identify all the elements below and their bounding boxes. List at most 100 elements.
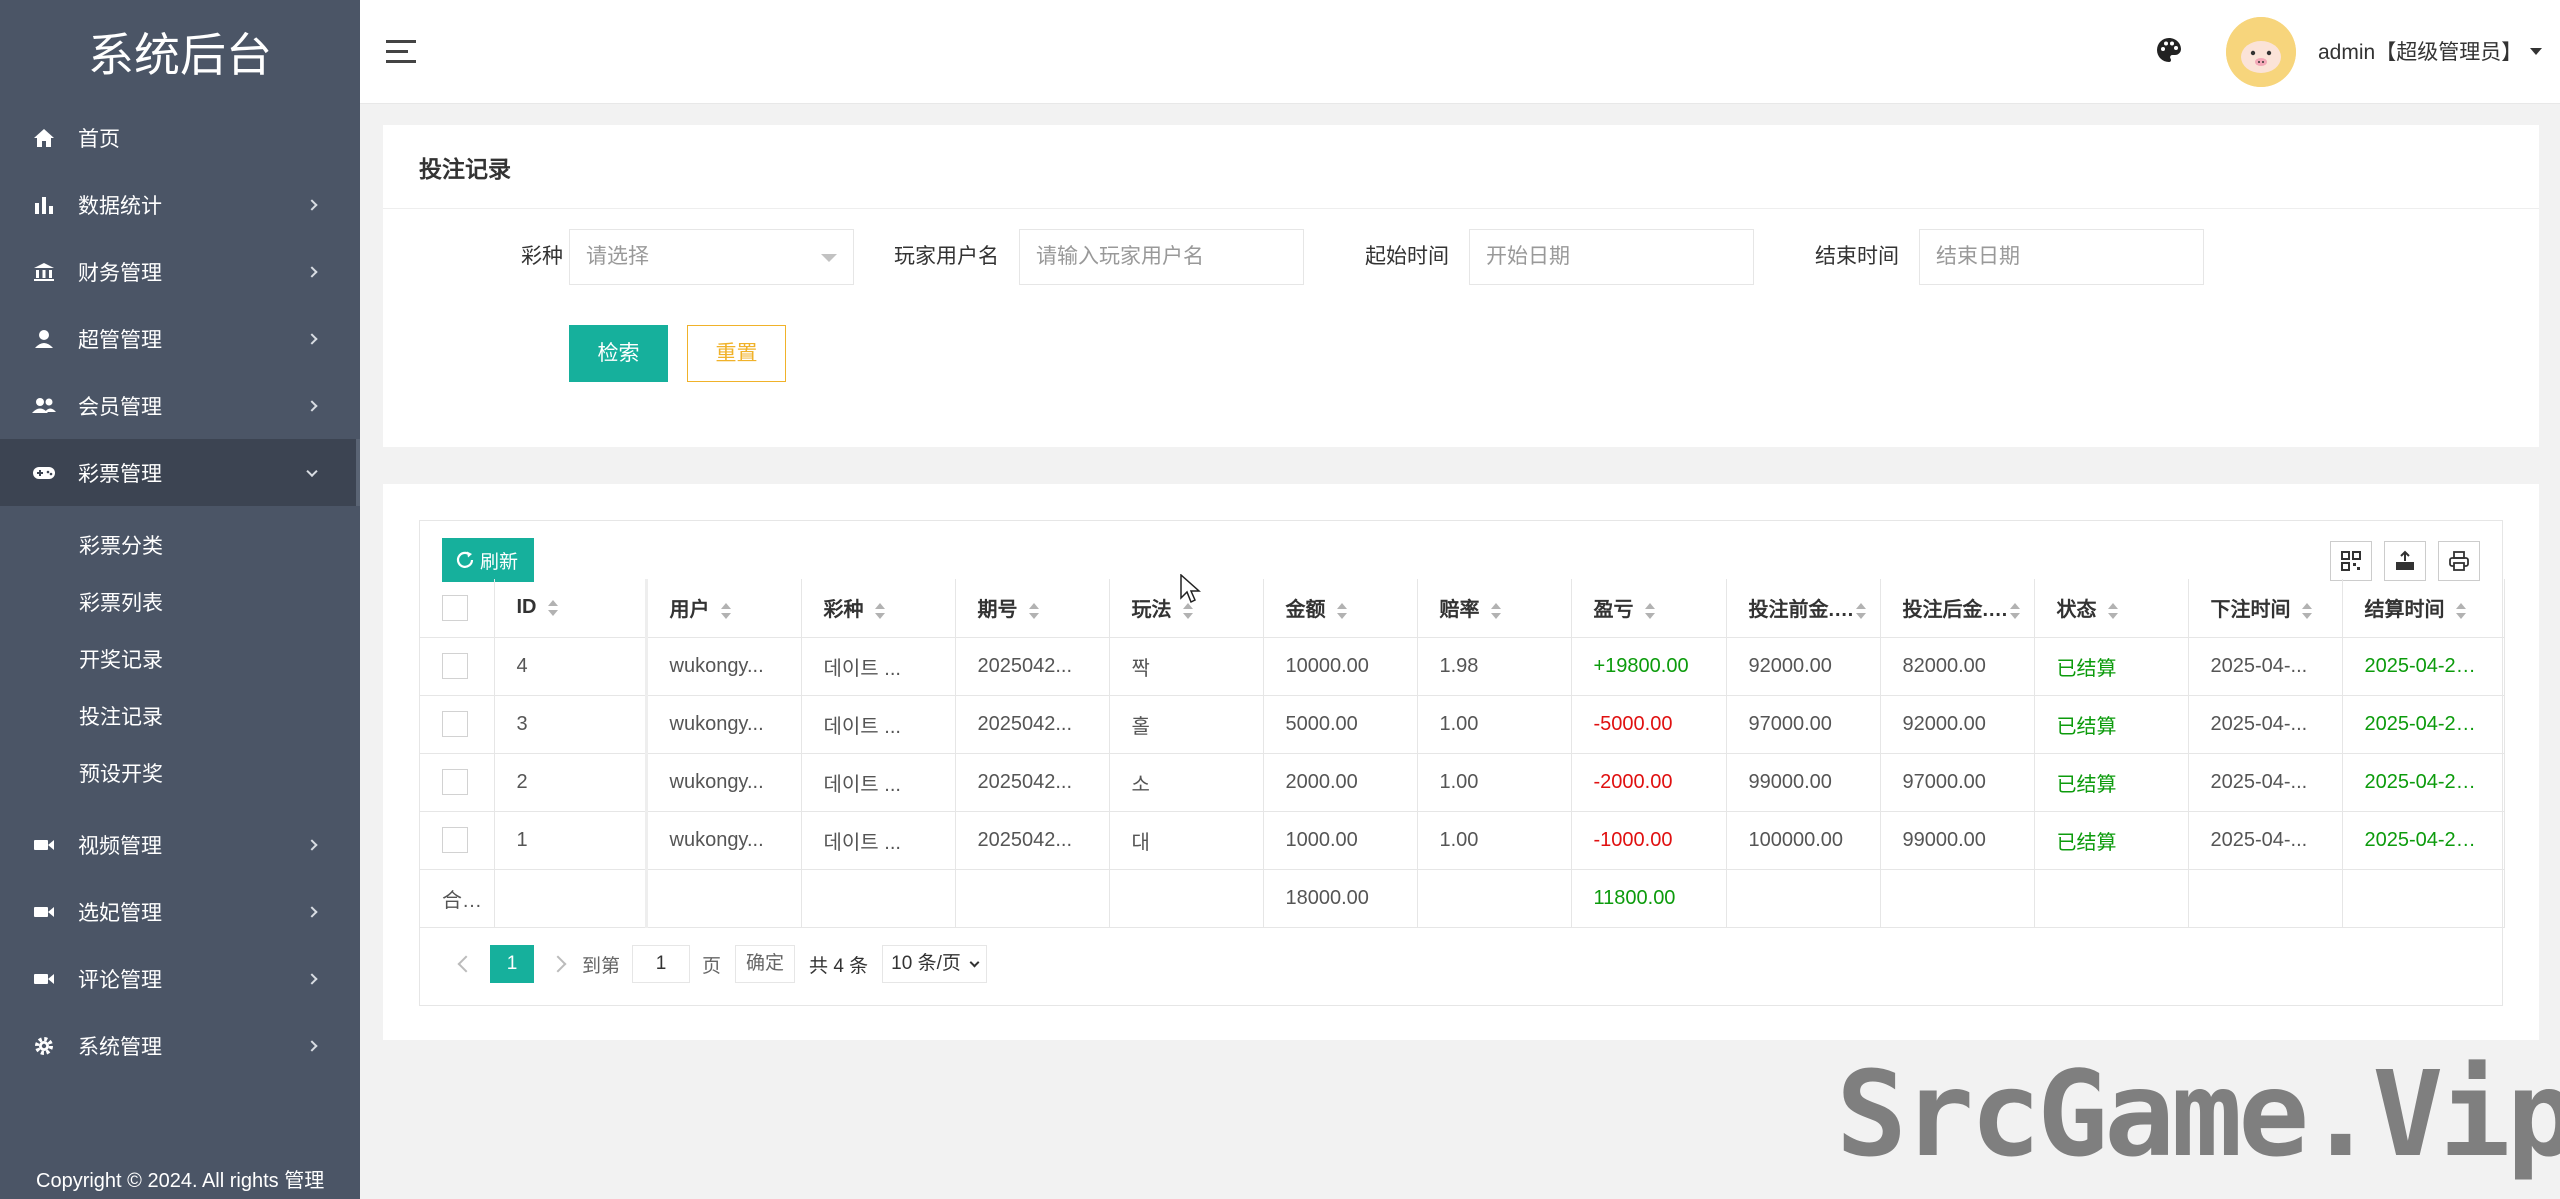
cell-issue: 2025042... <box>955 753 1110 812</box>
sort-icon[interactable] <box>874 602 886 619</box>
reset-button[interactable]: 重置 <box>687 325 786 382</box>
export-icon[interactable] <box>2384 541 2426 581</box>
col-user[interactable]: 用户 <box>646 579 802 638</box>
sort-icon[interactable] <box>1336 602 1348 619</box>
col-amount[interactable]: 金额 <box>1263 579 1418 638</box>
select-all-checkbox[interactable] <box>442 594 468 621</box>
cell-amount: 10000.00 <box>1263 637 1418 696</box>
goto-page-input[interactable]: 1 <box>632 945 691 983</box>
columns-filter-icon[interactable] <box>2330 541 2372 581</box>
username-input[interactable]: 请输入玩家用户名 <box>1019 229 1304 285</box>
search-button[interactable]: 检索 <box>569 325 668 382</box>
menu-toggle-icon[interactable] <box>386 40 416 64</box>
sort-icon[interactable] <box>547 599 559 616</box>
sidebar-item-admins[interactable]: 超管管理 <box>0 305 360 372</box>
search-panel: 投注记录 彩种 请选择 玩家用户名 请输入玩家用户名 起始时间 开始日期 结束时… <box>383 125 2539 447</box>
current-page[interactable]: 1 <box>490 945 534 983</box>
table-row[interactable]: 1 wukongy... 데이트 ... 2025042... 대 1000.00 1.00… <box>420 811 2505 870</box>
prev-page-icon[interactable] <box>457 955 475 973</box>
end-date-input[interactable]: 结束日期 <box>1919 229 2204 285</box>
row-checkbox[interactable] <box>442 827 468 853</box>
col-status[interactable]: 状态 <box>2034 579 2189 638</box>
submenu-draw-records[interactable]: 开奖记录 <box>0 630 360 687</box>
palette-icon[interactable] <box>2155 36 2185 66</box>
sort-icon[interactable] <box>2455 602 2467 619</box>
cell-profit: +19800.00 <box>1571 637 1727 696</box>
submenu-preset-draw[interactable]: 预设开奖 <box>0 744 360 801</box>
refresh-label: 刷新 <box>480 551 519 573</box>
sort-icon[interactable] <box>2301 602 2313 619</box>
chevron-right-icon <box>306 905 318 918</box>
sidebar-item-comments[interactable]: 评论管理 <box>0 945 360 1012</box>
lottery-submenu: 彩票分类 彩票列表 开奖记录 投注记录 预设开奖 <box>0 506 360 811</box>
submenu-bet-records[interactable]: 投注记录 <box>0 687 360 744</box>
print-icon[interactable] <box>2438 541 2480 581</box>
row-checkbox[interactable] <box>442 711 468 737</box>
col-odds[interactable]: 赔率 <box>1417 579 1572 638</box>
sidebar-item-finance[interactable]: 财务管理 <box>0 238 360 305</box>
cell-profit: -1000.00 <box>1571 811 1727 870</box>
lottery-select[interactable]: 请选择 <box>569 229 854 285</box>
col-before[interactable]: 投注前金... <box>1726 579 1881 638</box>
chevron-right-icon <box>306 972 318 985</box>
page-size-select[interactable]: 10 条/页 <box>882 945 987 983</box>
sidebar-item-concubine[interactable]: 选妃管理 <box>0 878 360 945</box>
cell-status: 已结算 <box>2034 637 2189 696</box>
refresh-button[interactable]: 刷新 <box>442 538 535 582</box>
sidebar-item-system[interactable]: 系统管理 <box>0 1012 360 1079</box>
video-icon <box>32 833 56 857</box>
col-lottery-label: 彩种 <box>823 599 864 622</box>
sidebar-item-label: 超管管理 <box>78 328 162 352</box>
sort-icon[interactable] <box>1182 602 1194 619</box>
cell-play: 대 <box>1109 811 1264 870</box>
sidebar-item-video[interactable]: 视频管理 <box>0 811 360 878</box>
sidebar-item-home[interactable]: 首页 <box>0 104 360 171</box>
next-page-icon[interactable] <box>549 955 567 973</box>
col-after[interactable]: 投注后金... <box>1880 579 2035 638</box>
start-date-input[interactable]: 开始日期 <box>1469 229 1754 285</box>
table-row[interactable]: 4 wukongy... 데이트 ... 2025042... 짝 10000.00 1.9… <box>420 637 2505 696</box>
user-menu[interactable]: admin【超级管理员】 <box>2318 36 2543 66</box>
col-issue[interactable]: 期号 <box>955 579 1110 638</box>
sort-icon[interactable] <box>1644 602 1656 619</box>
sort-icon[interactable] <box>1490 602 1502 619</box>
sort-icon[interactable] <box>2009 602 2021 619</box>
col-lottery[interactable]: 彩种 <box>801 579 956 638</box>
col-id[interactable]: ID <box>494 579 648 638</box>
col-issue-label: 期号 <box>977 599 1018 622</box>
page-title: 投注记录 <box>383 125 2539 209</box>
col-odds-label: 赔率 <box>1439 599 1480 622</box>
row-checkbox[interactable] <box>442 769 468 795</box>
col-profit[interactable]: 盈亏 <box>1571 579 1727 638</box>
col-settle-time[interactable]: 结算时间 <box>2342 579 2505 638</box>
sidebar-item-members[interactable]: 会员管理 <box>0 372 360 439</box>
sidebar-item-label: 首页 <box>78 127 120 151</box>
sort-icon[interactable] <box>2107 602 2119 619</box>
sort-icon[interactable] <box>1028 602 1040 619</box>
sort-icon[interactable] <box>1855 602 1867 619</box>
submenu-lottery-list[interactable]: 彩票列表 <box>0 573 360 630</box>
col-bet-time[interactable]: 下注时间 <box>2188 579 2343 638</box>
col-amount-label: 金额 <box>1285 599 1326 622</box>
avatar[interactable] <box>2226 17 2296 87</box>
cell-settle-time: 2025-04-27 02 <box>2342 695 2505 754</box>
table-row[interactable]: 2 wukongy... 데이트 ... 2025042... 소 2000.00 1.00… <box>420 753 2505 812</box>
row-checkbox[interactable] <box>442 653 468 679</box>
cell-lottery: 데이트 ... <box>801 637 956 696</box>
table-row[interactable]: 3 wukongy... 데이트 ... 2025042... 홀 5000.00 1.00… <box>420 695 2505 754</box>
end-date-label: 结束时间 <box>1815 245 1899 268</box>
col-settle-time-label: 结算时间 <box>2364 599 2445 622</box>
sort-icon[interactable] <box>720 602 732 619</box>
col-id-label: ID <box>516 596 537 619</box>
goto-confirm-button[interactable]: 确定 <box>735 945 796 983</box>
home-icon <box>32 126 56 150</box>
sidebar-item-lottery[interactable]: 彩票管理 <box>0 439 360 506</box>
chevron-right-icon <box>306 198 318 211</box>
cell-odds: 1.98 <box>1417 637 1572 696</box>
submenu-lottery-category[interactable]: 彩票分类 <box>0 516 360 573</box>
start-date-label: 起始时间 <box>1365 245 1449 268</box>
bet-records-table: ID 用户 彩种 期号 玩法 金额 赔率 盈亏 投注前金... 投注后金... … <box>420 579 2505 928</box>
sidebar-item-stats[interactable]: 数据统计 <box>0 171 360 238</box>
cell-play: 소 <box>1109 753 1264 812</box>
empty-cell <box>646 869 802 928</box>
